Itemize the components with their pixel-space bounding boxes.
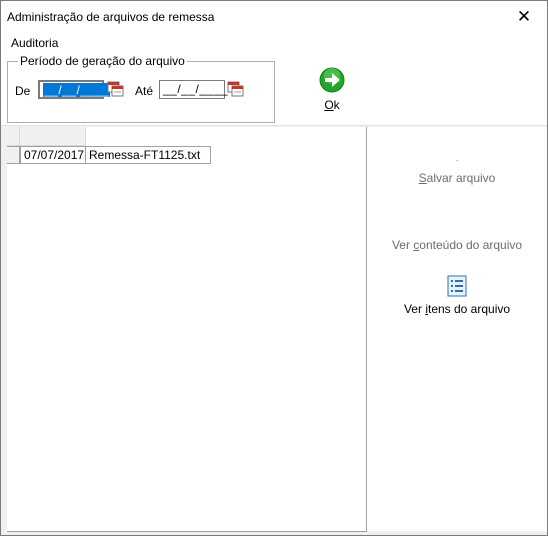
save-file-button[interactable]: Salvar arquivo bbox=[367, 171, 547, 185]
from-date-input[interactable]: __/__/____ bbox=[38, 80, 111, 99]
filter-panel: Período de geração do arquivo De __/__/_… bbox=[1, 53, 547, 125]
row-header[interactable] bbox=[7, 146, 20, 164]
list-icon bbox=[447, 275, 467, 297]
title-bar: Administração de arquivos de remessa ✕ bbox=[1, 1, 547, 33]
period-group: Período de geração do arquivo De __/__/_… bbox=[7, 54, 275, 123]
cell-date[interactable]: 07/07/2017 bbox=[20, 146, 86, 164]
from-label: De bbox=[15, 84, 31, 98]
separator bbox=[1, 125, 547, 126]
close-icon[interactable]: ✕ bbox=[501, 1, 547, 33]
to-date-value: __/__/____ bbox=[163, 82, 229, 96]
view-items-label: Ver itens do arquivo bbox=[403, 302, 511, 316]
actions-panel: · Salvar arquivo Ver conteúdo do arquivo… bbox=[367, 127, 547, 531]
menu-item-auditoria[interactable]: Auditoria bbox=[11, 36, 58, 50]
ok-button[interactable]: Ok bbox=[307, 67, 357, 112]
period-legend: Período de geração do arquivo bbox=[18, 54, 187, 68]
menu-bar: Auditoria bbox=[1, 33, 547, 53]
dialog-window: Administração de arquivos de remessa ✕ A… bbox=[0, 0, 548, 536]
window-title: Administração de arquivos de remessa bbox=[7, 10, 215, 24]
files-grid[interactable]: 07/07/2017 Remessa-FT1125.txt bbox=[7, 127, 367, 532]
grid-corner bbox=[7, 127, 20, 146]
green-arrow-right-icon bbox=[319, 67, 345, 93]
view-items-button[interactable]: Ver itens do arquivo bbox=[367, 275, 547, 316]
from-date-value: __/__/____ bbox=[43, 83, 111, 97]
grid-header-date bbox=[20, 127, 86, 146]
to-date-input[interactable]: __/__/____ bbox=[159, 80, 229, 99]
view-content-button[interactable]: Ver conteúdo do arquivo bbox=[367, 238, 547, 252]
to-label: Até bbox=[135, 84, 154, 98]
ok-label: Ok bbox=[324, 98, 340, 112]
calendar-icon[interactable] bbox=[227, 81, 244, 97]
calendar-icon[interactable] bbox=[107, 81, 124, 97]
save-icon-placeholder: · bbox=[455, 155, 459, 165]
cell-file[interactable]: Remessa-FT1125.txt bbox=[86, 146, 211, 164]
